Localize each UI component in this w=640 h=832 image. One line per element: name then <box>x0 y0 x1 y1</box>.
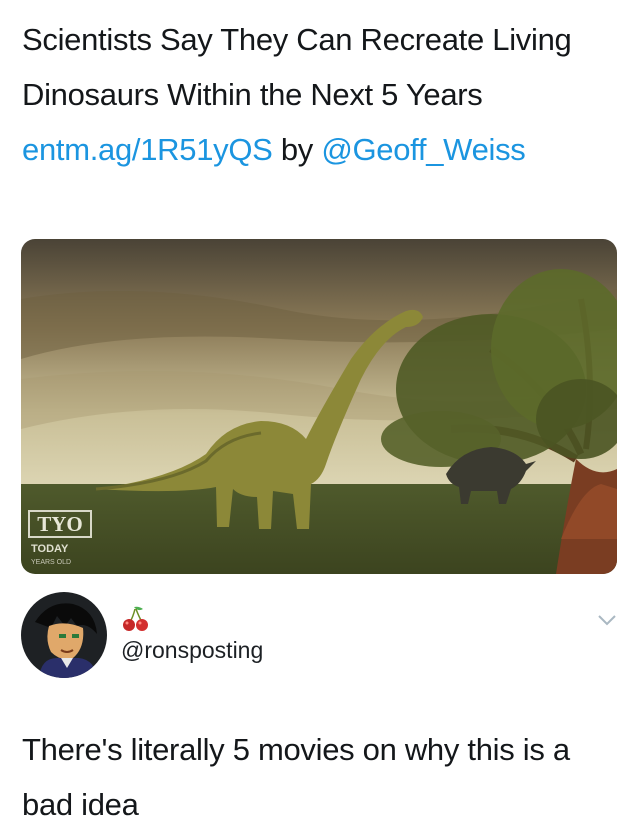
tweet-by: by <box>272 132 322 167</box>
avatar[interactable] <box>21 592 107 678</box>
reply-handle[interactable]: @ronsposting <box>121 637 263 664</box>
watermark-brand: TODAY <box>31 543 69 555</box>
dinosaur-image[interactable]: TYO TODAY YEARS OLD <box>21 239 617 574</box>
reply-text: There's literally 5 movies on why this i… <box>22 732 570 822</box>
watermark-logo: TYO <box>37 512 83 536</box>
tweet-headline: Scientists Say They Can Recreate Living … <box>22 22 572 112</box>
cherries-icon <box>123 606 148 631</box>
dinosaur-scene: TYO TODAY YEARS OLD <box>21 239 617 574</box>
watermark-sub: YEARS OLD <box>31 559 71 566</box>
article-link[interactable]: entm.ag/1R51yQS <box>22 132 273 167</box>
reply-account: @ronsposting <box>21 592 621 687</box>
tweet-text: Scientists Say They Can Recreate Living … <box>22 12 622 177</box>
chevron-down-icon[interactable] <box>596 612 618 628</box>
author-mention[interactable]: @Geoff_Weiss <box>321 132 526 167</box>
